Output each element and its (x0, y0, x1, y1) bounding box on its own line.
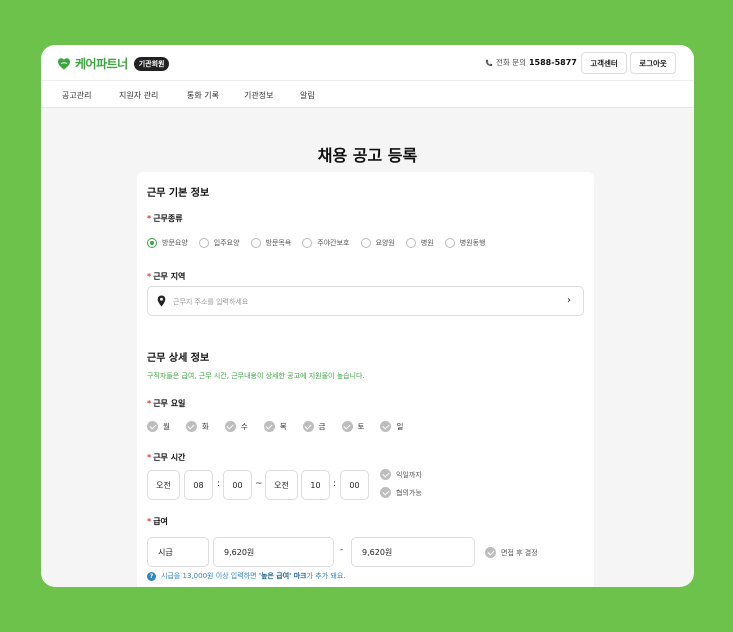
salary-min-input[interactable]: 9,620원 (213, 537, 334, 567)
day-checkbox-thu[interactable]: 목 (263, 421, 287, 432)
check-icon (380, 421, 392, 432)
nav-item-notifications[interactable]: 알림 (300, 90, 315, 101)
radio-circle-icon (250, 238, 261, 248)
check-icon (185, 421, 197, 432)
time-range-separator: ~ (255, 479, 263, 489)
phone-number: 1588-5877 (528, 58, 577, 67)
check-icon (380, 469, 391, 480)
logo[interactable]: 케어파트너 기관회원 (57, 55, 170, 72)
basic-info-title: 근무 기본 정보 (147, 188, 210, 199)
radio-hospital[interactable]: 병원 (405, 238, 434, 248)
radio-day-night-care[interactable]: 주야간보호 (302, 238, 350, 248)
salary-type-select[interactable]: 시급 (147, 537, 209, 567)
heart-logo-icon (58, 57, 70, 69)
salary-label: * 급여 (147, 517, 168, 526)
radio-home-bath[interactable]: 방문목욕 (250, 238, 291, 248)
work-type-radio-group: 방문요양 입주요양 방문목욕 주야간보호 요양원 병원 병원동행 (147, 238, 496, 248)
radio-circle-icon (360, 238, 371, 248)
customer-center-button[interactable]: 고객센터 (581, 52, 627, 74)
work-region-placeholder: 근무지 주소를 입력하세요 (173, 298, 249, 306)
check-icon (302, 421, 314, 432)
radio-selected-icon (147, 238, 157, 248)
work-days-group: 월 화 수 목 금 토 일 (147, 421, 419, 432)
salary-max-input[interactable]: 9,620원 (351, 537, 475, 567)
check-icon (147, 421, 158, 432)
start-minute-input[interactable]: 00 (223, 470, 252, 500)
next-day-checkbox[interactable]: 익일까지 (380, 469, 422, 480)
radio-home-care[interactable]: 방문요양 (147, 238, 188, 248)
end-hour-input[interactable]: 10 (301, 470, 330, 500)
end-ampm-select[interactable]: 오전 (265, 470, 298, 500)
time-colon: : (217, 479, 221, 489)
check-icon (263, 421, 275, 432)
check-icon (380, 487, 391, 498)
time-colon: : (333, 479, 337, 489)
nav-item-job-posts[interactable]: 공고관리 (62, 90, 91, 101)
radio-live-in-care[interactable]: 입주요양 (198, 238, 240, 248)
negotiable-checkbox[interactable]: 협의가능 (380, 487, 422, 498)
day-checkbox-sat[interactable]: 토 (341, 421, 364, 432)
main-nav: 공고관리 지원자 관리 통화 기록 기관정보 알림 (41, 80, 694, 108)
app-window: 케어파트너 기관회원 전화 문의 1588-5877 고객센터 로그아웃 공고관… (41, 45, 694, 587)
nav-item-institution-info[interactable]: 기관정보 (244, 90, 273, 101)
job-form-card: 근무 기본 정보 * 근무종류 방문요양 입주요양 방문목욕 주야간보호 요양원 … (137, 172, 594, 587)
phone-label: 전화 문의 (496, 58, 526, 67)
phone-icon (485, 59, 493, 66)
detail-info-title: 근무 상세 정보 (147, 353, 210, 364)
check-icon (485, 547, 496, 558)
end-minute-input[interactable]: 00 (340, 470, 369, 500)
work-type-label: * 근무종류 (147, 214, 183, 223)
top-header: 케어파트너 기관회원 전화 문의 1588-5877 고객센터 로그아웃 (41, 45, 694, 80)
day-checkbox-fri[interactable]: 금 (302, 421, 326, 432)
day-checkbox-tue[interactable]: 화 (185, 421, 209, 432)
location-pin-icon (157, 295, 166, 307)
radio-circle-icon (405, 238, 416, 248)
work-region-label: * 근무 지역 (147, 272, 186, 281)
radio-circle-icon (198, 238, 209, 248)
after-interview-checkbox[interactable]: 면접 후 결정 (485, 547, 538, 558)
radio-circle-icon (444, 238, 455, 248)
question-icon: ? (147, 571, 156, 581)
logout-button[interactable]: 로그아웃 (630, 52, 676, 74)
day-checkbox-wed[interactable]: 수 (224, 421, 248, 432)
day-checkbox-sun[interactable]: 일 (380, 421, 403, 432)
radio-nursing-home[interactable]: 요양원 (360, 238, 395, 248)
work-days-label: * 근무 요일 (147, 399, 186, 408)
day-checkbox-mon[interactable]: 월 (147, 421, 170, 432)
member-badge: 기관회원 (133, 56, 170, 71)
start-ampm-select[interactable]: 오전 (147, 470, 180, 500)
salary-range-separator: - (340, 545, 344, 555)
nav-item-call-log[interactable]: 통화 기록 (187, 90, 219, 101)
radio-circle-icon (302, 238, 313, 248)
check-icon (224, 421, 236, 432)
chevron-right-icon: › (567, 295, 571, 306)
page-title: 채용 공고 등록 (317, 146, 418, 165)
nav-item-applicants[interactable]: 지원자 관리 (119, 90, 158, 101)
work-time-label: * 근무 시간 (147, 453, 186, 462)
phone-contact: 전화 문의 1588-5877 (485, 57, 577, 68)
start-hour-input[interactable]: 08 (184, 470, 213, 500)
radio-hospital-escort[interactable]: 병원동행 (444, 238, 485, 248)
detail-info-description: 구직자들은 급여, 근무 시간, 근무내용이 상세한 공고에 지원율이 높습니다… (147, 372, 365, 380)
work-region-input[interactable]: 근무지 주소를 입력하세요 › (147, 286, 584, 316)
salary-tip: ? 시급을 13,000원 이상 입력하면 '높은 급여' 마크 가 추가 돼요. (147, 571, 346, 581)
logo-text: 케어파트너 (75, 57, 128, 71)
check-icon (341, 421, 353, 432)
